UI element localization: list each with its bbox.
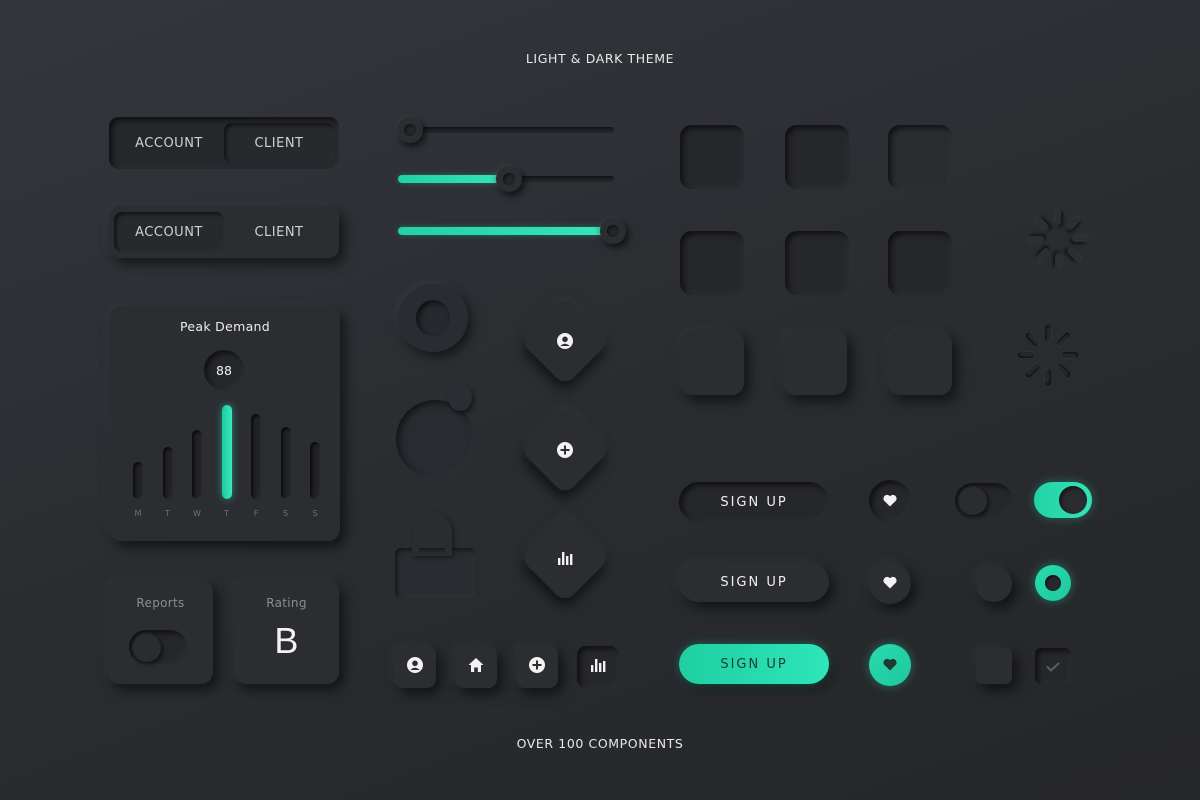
slider-3-fill <box>398 227 604 235</box>
bar-chart-icon <box>555 548 575 568</box>
rating-label: Rating <box>266 596 307 610</box>
heart-icon <box>883 574 897 593</box>
icon-button-add[interactable] <box>516 646 558 688</box>
grid-square[interactable] <box>785 125 849 189</box>
spinner-spoke <box>1018 352 1034 358</box>
page-title: LIGHT & DARK THEME <box>525 51 675 66</box>
segment-account-selected[interactable]: ACCOUNT <box>114 212 224 252</box>
user-icon <box>555 331 575 351</box>
chart-bar <box>133 461 143 499</box>
checkbox-checked[interactable] <box>1035 648 1071 684</box>
chart-x-label: T <box>224 509 229 518</box>
chart-x-label: S <box>312 509 318 518</box>
chart-bar <box>280 426 291 499</box>
chart-bar <box>162 446 173 499</box>
segmented-control-2: ACCOUNT CLIENT <box>109 206 339 258</box>
spinner-spoke <box>1065 215 1082 232</box>
grid-square[interactable] <box>680 331 744 395</box>
heart-icon <box>883 656 897 675</box>
slider-2-knob[interactable] <box>496 166 522 192</box>
toggle-thumb <box>959 487 987 515</box>
icon-button-user[interactable] <box>394 646 436 688</box>
spinner-spoke <box>1055 209 1061 225</box>
grid-square[interactable] <box>680 231 744 295</box>
spinner-spoke <box>1028 236 1044 242</box>
heart-icon <box>883 492 897 511</box>
icon-button-home[interactable] <box>455 646 497 688</box>
spinner-spoke <box>1034 246 1051 263</box>
slider-2-fill <box>398 175 510 183</box>
rating-card: Rating B <box>234 580 339 684</box>
spinner-spoke <box>1045 325 1051 341</box>
reports-label: Reports <box>136 596 185 610</box>
grid-square[interactable] <box>888 231 952 295</box>
record-icon <box>398 284 468 352</box>
plus-icon <box>555 440 575 460</box>
signup-button[interactable]: SIGN UP <box>679 562 829 602</box>
toggle-thumb <box>1059 486 1087 514</box>
rating-value: B <box>274 620 299 661</box>
chart-x-label: F <box>253 509 259 518</box>
spinner-spoke <box>1024 331 1041 348</box>
reports-toggle[interactable] <box>129 630 187 664</box>
spinner-spoke <box>1055 331 1072 348</box>
chart-bar <box>221 405 232 499</box>
spinner-inset-icon <box>1015 322 1081 388</box>
heart-button-active[interactable] <box>869 644 911 686</box>
spinner-spoke <box>1024 362 1041 379</box>
grid-square[interactable] <box>888 331 952 395</box>
signup-button-active[interactable]: SIGN UP <box>679 644 829 684</box>
reports-card: Reports <box>108 580 213 684</box>
chart-x-label: S <box>282 509 289 518</box>
plus-icon <box>529 657 545 677</box>
heart-button-pressed[interactable] <box>869 480 911 522</box>
segment-client-selected[interactable]: CLIENT <box>224 123 334 163</box>
spinner-raised-icon <box>1025 206 1091 272</box>
grid-square[interactable] <box>783 331 847 395</box>
radio-selected[interactable] <box>1035 565 1071 601</box>
chart-bar <box>310 441 320 499</box>
checkbox-unchecked[interactable] <box>976 648 1012 684</box>
slider-3-knob[interactable] <box>600 218 626 244</box>
slider-1-knob[interactable] <box>397 117 423 143</box>
grid-square[interactable] <box>785 231 849 295</box>
lock-shackle <box>412 512 452 556</box>
segment-account[interactable]: ACCOUNT <box>114 123 224 163</box>
spinner-spoke <box>1072 236 1088 242</box>
spinner-spoke <box>1034 215 1051 232</box>
slider-1-track[interactable] <box>400 127 614 133</box>
spinner-spoke <box>1062 352 1078 358</box>
globe-icon <box>396 400 474 478</box>
spinner-spoke <box>1055 362 1072 379</box>
toggle-on[interactable] <box>1034 482 1092 518</box>
heart-button[interactable] <box>869 562 911 604</box>
chart-x-label: T <box>165 509 170 518</box>
toggle-off[interactable] <box>955 483 1013 519</box>
card-title: Peak Demand <box>180 319 270 334</box>
spinner-spoke <box>1065 246 1082 263</box>
home-icon <box>468 657 484 677</box>
chart-x-label: M <box>134 509 142 518</box>
user-icon <box>407 657 423 677</box>
chart-bar <box>251 414 261 499</box>
bar-chart-icon <box>590 657 606 677</box>
spinner-spoke <box>1045 369 1051 385</box>
segmented-control-1: ACCOUNT CLIENT <box>109 117 339 169</box>
page-caption: OVER 100 COMPONENTS <box>516 736 684 751</box>
location-pin-icon <box>448 383 472 411</box>
peak-value-bubble: 88 <box>204 350 244 390</box>
signup-button-pressed[interactable]: SIGN UP <box>679 482 829 522</box>
toggle-thumb <box>133 634 161 662</box>
grid-square[interactable] <box>680 125 744 189</box>
spinner-spoke <box>1055 253 1061 269</box>
grid-square[interactable] <box>888 125 952 189</box>
chart-x-label: W <box>193 509 201 518</box>
radio-unselected[interactable] <box>976 566 1012 602</box>
segment-client[interactable]: CLIENT <box>224 212 334 252</box>
chart-bar <box>192 430 202 499</box>
check-icon <box>1046 657 1060 676</box>
icon-button-stats[interactable] <box>577 646 619 688</box>
peak-demand-card: Peak Demand 88 M T W T F S S <box>110 306 340 541</box>
